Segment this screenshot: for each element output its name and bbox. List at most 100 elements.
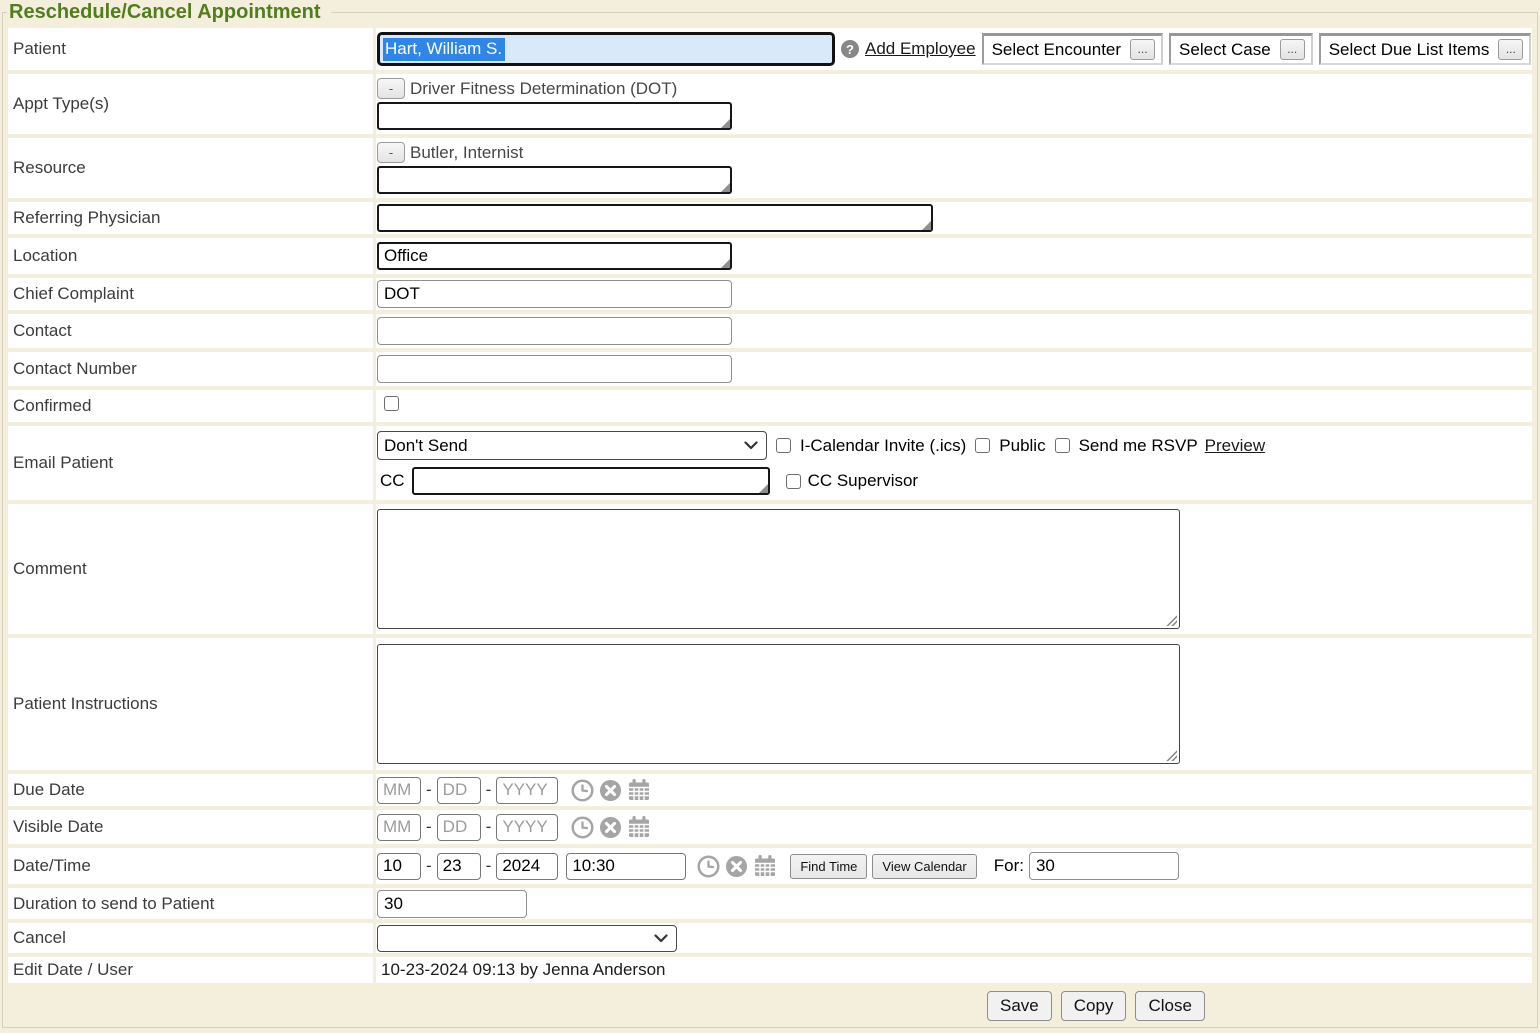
referring-physician-label: Referring Physician xyxy=(8,202,373,234)
patient-selected-text: Hart, William S. xyxy=(383,38,505,61)
due-date-clear-icon[interactable] xyxy=(599,779,622,802)
cc-label: CC xyxy=(380,471,405,491)
select-case-label: Select Case xyxy=(1179,40,1271,60)
patient-label: Patient xyxy=(8,28,373,70)
select-encounter-label: Select Encounter xyxy=(992,40,1121,60)
comment-label: Comment xyxy=(8,504,373,634)
resource-input-wrap xyxy=(377,166,732,194)
ical-invite-label: I-Calendar Invite (.ics) xyxy=(800,436,966,456)
remove-appt-type-button[interactable]: - xyxy=(377,78,405,99)
due-date-year-input[interactable] xyxy=(496,777,558,804)
select-due-list-box[interactable]: Select Due List Items ... xyxy=(1319,33,1532,65)
due-date-clock-icon[interactable] xyxy=(571,779,594,802)
referring-physician-input-wrap xyxy=(377,204,933,232)
reschedule-cancel-form: Reschedule/Cancel Appointment Patient Ha… xyxy=(2,1,1538,1028)
select-encounter-box[interactable]: Select Encounter ... xyxy=(982,33,1163,65)
contact-label: Contact xyxy=(8,314,373,348)
visible-date-label: Visible Date xyxy=(8,810,373,844)
due-date-month-input[interactable] xyxy=(377,777,421,804)
patient-input[interactable]: Hart, William S. xyxy=(377,32,835,66)
resource-selected: Butler, Internist xyxy=(410,143,523,163)
confirmed-label: Confirmed xyxy=(8,390,373,422)
date-separator: - xyxy=(426,780,432,800)
date-time-time-input[interactable] xyxy=(566,853,686,880)
date-separator: - xyxy=(486,817,492,837)
add-employee-link[interactable]: Add Employee xyxy=(865,39,976,59)
edit-date-user-label: Edit Date / User xyxy=(8,957,373,983)
patient-instructions-label: Patient Instructions xyxy=(8,638,373,770)
resource-input[interactable] xyxy=(379,168,730,192)
email-patient-label: Email Patient xyxy=(8,426,373,500)
duration-to-send-label: Duration to send to Patient xyxy=(8,888,373,919)
location-label: Location xyxy=(8,238,373,274)
remove-resource-button[interactable]: - xyxy=(377,142,405,163)
select-encounter-ellipsis-button[interactable]: ... xyxy=(1130,39,1155,60)
send-me-rsvp-label: Send me RSVP xyxy=(1079,436,1198,456)
patient-instructions-textarea[interactable] xyxy=(378,645,1179,763)
view-calendar-button[interactable]: View Calendar xyxy=(872,854,976,879)
chief-complaint-input[interactable] xyxy=(377,280,732,308)
chevron-down-icon xyxy=(654,934,668,943)
cc-supervisor-checkbox[interactable] xyxy=(786,474,801,489)
close-button[interactable]: Close xyxy=(1135,991,1204,1021)
comment-textarea-wrap xyxy=(377,509,1180,629)
select-due-list-label: Select Due List Items xyxy=(1329,40,1490,60)
visible-date-year-input[interactable] xyxy=(496,814,558,841)
cancel-select[interactable] xyxy=(377,925,677,952)
comment-textarea[interactable] xyxy=(378,510,1179,628)
due-date-calendar-icon[interactable] xyxy=(627,778,651,802)
date-time-clock-icon[interactable] xyxy=(697,855,720,878)
visible-date-clear-icon[interactable] xyxy=(599,816,622,839)
resource-label: Resource xyxy=(8,138,373,198)
contact-number-label: Contact Number xyxy=(8,352,373,386)
email-send-select[interactable]: Don't Send xyxy=(377,431,767,460)
due-date-day-input[interactable] xyxy=(437,777,481,804)
patient-instructions-textarea-wrap xyxy=(377,644,1180,764)
select-case-ellipsis-button[interactable]: ... xyxy=(1280,39,1305,60)
page-title: Reschedule/Cancel Appointment xyxy=(7,1,331,24)
date-time-label: Date/Time xyxy=(8,848,373,884)
visible-date-calendar-icon[interactable] xyxy=(627,815,651,839)
contact-number-input[interactable] xyxy=(377,355,732,383)
visible-date-month-input[interactable] xyxy=(377,814,421,841)
save-button[interactable]: Save xyxy=(987,991,1052,1021)
referring-physician-input[interactable] xyxy=(379,206,931,230)
copy-button[interactable]: Copy xyxy=(1061,991,1127,1021)
chief-complaint-label: Chief Complaint xyxy=(8,278,373,310)
date-time-clear-icon[interactable] xyxy=(725,855,748,878)
public-label: Public xyxy=(999,436,1045,456)
location-input-wrap xyxy=(377,242,732,270)
chevron-down-icon xyxy=(744,441,758,450)
help-question-icon[interactable]: ? xyxy=(841,40,859,58)
public-checkbox[interactable] xyxy=(975,438,990,453)
ical-invite-checkbox[interactable] xyxy=(776,438,791,453)
appt-type-input[interactable] xyxy=(379,104,730,128)
cancel-label: Cancel xyxy=(8,923,373,953)
duration-to-send-input[interactable] xyxy=(377,890,527,918)
select-case-box[interactable]: Select Case ... xyxy=(1169,33,1313,65)
find-time-button[interactable]: Find Time xyxy=(790,854,867,879)
preview-link[interactable]: Preview xyxy=(1205,436,1265,456)
visible-date-day-input[interactable] xyxy=(437,814,481,841)
date-time-day-input[interactable] xyxy=(437,853,481,880)
date-time-year-input[interactable] xyxy=(496,853,558,880)
visible-date-clock-icon[interactable] xyxy=(571,816,594,839)
email-send-selected-value: Don't Send xyxy=(384,436,468,456)
date-separator: - xyxy=(486,780,492,800)
date-time-calendar-icon[interactable] xyxy=(753,854,777,878)
send-me-rsvp-checkbox[interactable] xyxy=(1055,438,1070,453)
date-separator: - xyxy=(426,817,432,837)
appt-types-label: Appt Type(s) xyxy=(8,74,373,134)
edit-date-user-value: 10-23-2024 09:13 by Jenna Anderson xyxy=(377,960,666,979)
appt-type-input-wrap xyxy=(377,102,732,130)
appt-type-selected: Driver Fitness Determination (DOT) xyxy=(410,79,677,99)
date-time-month-input[interactable] xyxy=(377,853,421,880)
cc-input-wrap xyxy=(412,467,770,495)
confirmed-checkbox[interactable] xyxy=(384,396,399,411)
select-due-list-ellipsis-button[interactable]: ... xyxy=(1498,39,1523,60)
location-input[interactable] xyxy=(379,244,730,268)
for-duration-input[interactable] xyxy=(1029,852,1179,880)
contact-input[interactable] xyxy=(377,317,732,345)
for-label: For: xyxy=(994,856,1024,876)
cc-input[interactable] xyxy=(414,469,768,493)
